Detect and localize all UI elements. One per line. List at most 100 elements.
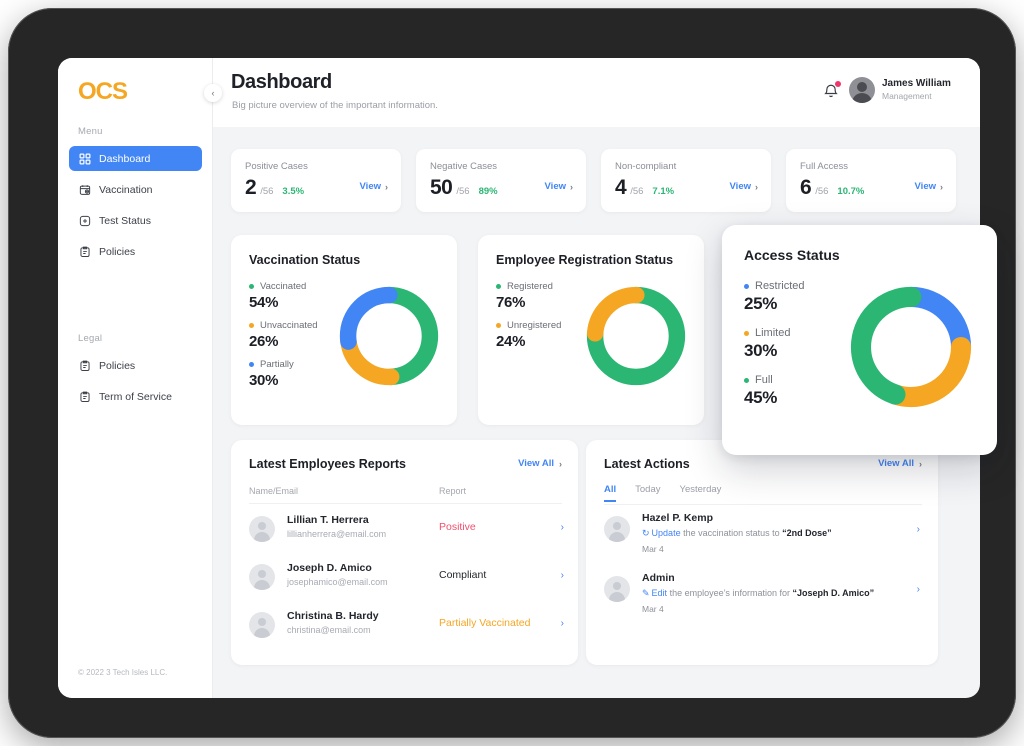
page-title: Dashboard — [231, 71, 332, 93]
user-role: Management — [882, 91, 932, 101]
sidebar-item-vaccination[interactable]: Vaccination — [69, 177, 202, 202]
sidebar-collapse-button[interactable]: ‹ — [204, 84, 222, 102]
sidebar-item-term-of-service[interactable]: Term of Service — [69, 384, 202, 409]
action-description: ↻ Update the vaccination status to “2nd D… — [642, 528, 832, 539]
user-name: James William — [882, 78, 951, 89]
avatar — [249, 516, 275, 542]
chevron-right-icon[interactable]: › — [917, 524, 920, 535]
table-row[interactable]: Christina B. Hardy christina@email.com P… — [249, 608, 564, 653]
chevron-right-icon[interactable]: › — [561, 570, 564, 581]
action-user-name: Admin — [642, 572, 675, 584]
stat-card-negative-cases[interactable]: Negative Cases 50 /56 89% View › — [416, 149, 586, 212]
donut-chart-registration — [582, 282, 690, 395]
legend-value: 54% — [249, 294, 279, 311]
status-badge: Compliant — [439, 569, 487, 581]
stat-title: Negative Cases — [430, 161, 498, 172]
view-all-actions-link[interactable]: View All › — [878, 458, 922, 469]
donut-chart-access — [845, 281, 977, 418]
view-all-reports-link[interactable]: View All › — [518, 458, 562, 469]
chart-legend: Vaccinated 54% Unvaccinated 26% Partiall… — [249, 281, 318, 398]
chevron-right-icon[interactable]: › — [561, 618, 564, 629]
legend-dot — [249, 362, 254, 367]
chevron-right-icon[interactable]: › — [561, 522, 564, 533]
avatar[interactable] — [849, 77, 875, 103]
stat-percent: 7.1% — [652, 186, 675, 197]
sidebar-item-label: Policies — [99, 245, 136, 258]
sidebar-item-label: Vaccination — [99, 183, 153, 196]
avatar — [604, 516, 630, 542]
avatar — [249, 564, 275, 590]
page-subtitle: Big picture overview of the important in… — [232, 100, 438, 111]
legend-label: Unregistered — [507, 320, 562, 331]
view-all-label: View All — [518, 458, 554, 469]
stat-total: /56 — [815, 186, 829, 197]
action-middle-text: the vaccination status to — [680, 528, 783, 538]
panel-latest-actions: Latest Actions View All › All Today Yest… — [586, 440, 938, 665]
tab-all[interactable]: All — [604, 484, 617, 502]
stat-view-link[interactable]: View › — [545, 181, 573, 192]
chart-card-vaccination-status: Vaccination Status Vaccinated 54% Unvacc… — [231, 235, 457, 425]
tab-today[interactable]: Today — [635, 484, 660, 502]
stat-view-link[interactable]: View › — [915, 181, 943, 192]
legend-item: Limited 30% — [744, 327, 805, 361]
legend-label: Partially — [260, 359, 294, 370]
stat-view-label: View — [729, 181, 751, 192]
legend-value: 76% — [496, 294, 526, 311]
sidebar-item-legal-policies[interactable]: Policies — [69, 353, 202, 378]
app-logo: OCS — [78, 78, 128, 105]
status-badge: Partially Vaccinated — [439, 617, 531, 629]
refresh-icon: ↻ — [642, 528, 650, 538]
chart-title: Employee Registration Status — [496, 253, 674, 267]
employee-name: Christina B. Hardy — [287, 610, 379, 622]
stat-title: Full Access — [800, 161, 849, 172]
legend-dot — [496, 323, 501, 328]
legend-value: 30% — [744, 341, 778, 360]
column-header-name-email: Name/Email — [249, 486, 299, 496]
pencil-icon: ✎ — [642, 588, 650, 598]
chevron-left-icon: ‹ — [211, 88, 215, 98]
chevron-right-icon[interactable]: › — [917, 584, 920, 595]
chevron-right-icon: › — [940, 181, 943, 192]
legend-item: Unregistered 24% — [496, 320, 561, 350]
stat-values: 50 /56 89% — [430, 176, 498, 200]
legend-item: Registered 76% — [496, 281, 561, 311]
clipboard-icon — [79, 391, 91, 403]
divider — [249, 503, 562, 504]
table-row[interactable]: Joseph D. Amico josephamico@email.com Co… — [249, 560, 564, 605]
panel-title: Latest Actions — [604, 457, 690, 471]
list-item[interactable]: Admin ✎ Edit the employee’s information f… — [604, 572, 924, 628]
legend-dot — [744, 377, 749, 383]
notification-dot — [835, 81, 841, 87]
column-header-report: Report — [439, 486, 467, 496]
chart-card-access-status: Access Status Restricted 25% Limited 30%… — [722, 225, 997, 455]
action-date: Mar 4 — [642, 544, 664, 554]
list-item[interactable]: Hazel P. Kemp ↻ Update the vaccination st… — [604, 512, 924, 568]
sidebar-item-dashboard[interactable]: Dashboard — [69, 146, 202, 171]
legend-item: Full 45% — [744, 374, 805, 408]
chevron-right-icon: › — [385, 181, 388, 192]
stat-value: 4 — [615, 176, 627, 199]
stat-card-full-access[interactable]: Full Access 6 /56 10.7% View › — [786, 149, 956, 212]
legend-value: 26% — [249, 333, 279, 350]
employee-email: lillianherrera@email.com — [287, 529, 387, 539]
stat-total: /56 — [630, 186, 644, 197]
legend-dot — [249, 323, 254, 328]
sidebar-item-test-status[interactable]: Test Status — [69, 208, 202, 233]
legend-label: Limited — [755, 327, 791, 339]
stat-value: 50 — [430, 176, 453, 199]
stat-card-non-compliant[interactable]: Non-compliant 4 /56 7.1% View › — [601, 149, 771, 212]
vaccine-icon — [79, 184, 91, 196]
legend-label: Registered — [507, 281, 553, 292]
stat-value: 2 — [245, 176, 257, 199]
legend-item: Restricted 25% — [744, 280, 805, 314]
action-user-name: Hazel P. Kemp — [642, 512, 714, 524]
chart-title: Access Status — [744, 247, 840, 263]
chevron-right-icon: › — [570, 181, 573, 192]
tab-yesterday[interactable]: Yesterday — [680, 484, 722, 502]
stat-view-link[interactable]: View › — [730, 181, 758, 192]
stat-view-link[interactable]: View › — [360, 181, 388, 192]
stat-card-positive-cases[interactable]: Positive Cases 2 /56 3.5% View › — [231, 149, 401, 212]
table-row[interactable]: Lillian T. Herrera lillianherrera@email.… — [249, 512, 564, 557]
divider — [604, 504, 922, 505]
sidebar-item-policies[interactable]: Policies — [69, 239, 202, 264]
